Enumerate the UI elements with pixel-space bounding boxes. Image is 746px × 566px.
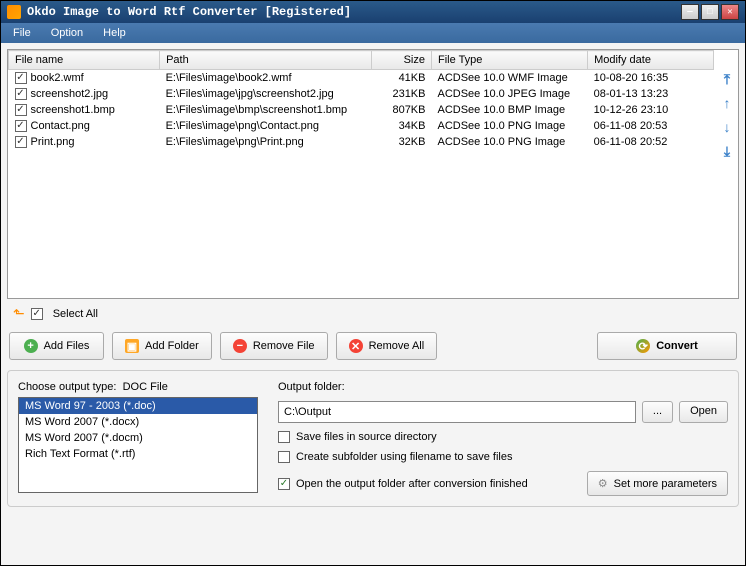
remove-all-button[interactable]: ✕ Remove All: [336, 332, 438, 360]
header-size[interactable]: Size: [371, 51, 431, 70]
menu-help[interactable]: Help: [97, 25, 132, 41]
file-table: File name Path Size File Type Modify dat…: [8, 50, 714, 150]
action-buttons-row: + Add Files ▣ Add Folder − Remove File ✕…: [7, 328, 739, 364]
output-type-list[interactable]: MS Word 97 - 2003 (*.doc)MS Word 2007 (*…: [18, 397, 258, 493]
open-after-checkbox[interactable]: ✓: [278, 478, 290, 490]
minimize-button[interactable]: —: [681, 4, 699, 20]
open-after-label: Open the output folder after conversion …: [296, 478, 528, 490]
row-checkbox[interactable]: ✓: [15, 104, 27, 116]
add-folder-button[interactable]: ▣ Add Folder: [112, 332, 212, 360]
save-source-checkbox[interactable]: [278, 431, 290, 443]
minus-icon: −: [233, 339, 247, 353]
header-date[interactable]: Modify date: [588, 51, 714, 70]
set-parameters-button[interactable]: ⚙ Set more parameters: [587, 471, 728, 496]
gear-icon: ⚙: [598, 477, 608, 490]
browse-folder-button[interactable]: ...: [642, 401, 673, 423]
row-checkbox[interactable]: ✓: [15, 88, 27, 100]
table-row[interactable]: ✓Contact.pngE:\Files\image\png\Contact.p…: [9, 118, 714, 134]
maximize-button[interactable]: □: [701, 4, 719, 20]
titlebar: Okdo Image to Word Rtf Converter [Regist…: [1, 1, 745, 23]
move-top-button[interactable]: ⤒: [720, 70, 734, 88]
reorder-controls: ⤒ ↑ ↓ ⤓: [720, 70, 734, 160]
table-row[interactable]: ✓screenshot2.jpgE:\Files\image\jpg\scree…: [9, 86, 714, 102]
select-all-row: ⬑ ✓ Select All: [7, 305, 739, 322]
create-subfolder-checkbox[interactable]: [278, 451, 290, 463]
output-type-label: Choose output type: DOC File: [18, 381, 258, 393]
add-folder-label: Add Folder: [145, 340, 199, 352]
output-folder-label: Output folder:: [278, 381, 728, 393]
header-path[interactable]: Path: [160, 51, 372, 70]
app-window: Okdo Image to Word Rtf Converter [Regist…: [0, 0, 746, 566]
output-settings-panel: Choose output type: DOC File MS Word 97 …: [7, 370, 739, 507]
output-folder-input[interactable]: [278, 401, 636, 423]
row-checkbox[interactable]: ✓: [15, 136, 27, 148]
plus-icon: +: [24, 339, 38, 353]
select-all-checkbox[interactable]: ✓: [31, 308, 43, 320]
file-list-panel: File name Path Size File Type Modify dat…: [7, 49, 739, 299]
up-arrow-icon: ⬑: [13, 305, 25, 322]
create-subfolder-label: Create subfolder using filename to save …: [296, 451, 512, 463]
add-files-label: Add Files: [44, 340, 90, 352]
x-icon: ✕: [349, 339, 363, 353]
remove-file-label: Remove File: [253, 340, 315, 352]
convert-button[interactable]: ⟳ Convert: [597, 332, 737, 360]
save-source-label: Save files in source directory: [296, 431, 437, 443]
folder-icon: ▣: [125, 339, 139, 353]
close-button[interactable]: ✕: [721, 4, 739, 20]
row-checkbox[interactable]: ✓: [15, 72, 27, 84]
table-row[interactable]: ✓Print.pngE:\Files\image\png\Print.png32…: [9, 134, 714, 150]
move-up-button[interactable]: ↑: [720, 94, 734, 112]
table-row[interactable]: ✓screenshot1.bmpE:\Files\image\bmp\scree…: [9, 102, 714, 118]
output-type-item[interactable]: MS Word 2007 (*.docx): [19, 414, 257, 430]
table-row[interactable]: ✓book2.wmfE:\Files\image\book2.wmf41KBAC…: [9, 70, 714, 87]
menu-file[interactable]: File: [7, 25, 37, 41]
add-files-button[interactable]: + Add Files: [9, 332, 104, 360]
remove-all-label: Remove All: [369, 340, 425, 352]
output-type-current: DOC File: [123, 381, 168, 393]
app-icon: [7, 5, 21, 19]
output-type-item[interactable]: MS Word 2007 (*.docm): [19, 430, 257, 446]
menubar: File Option Help: [1, 23, 745, 43]
header-filetype[interactable]: File Type: [431, 51, 587, 70]
open-folder-button[interactable]: Open: [679, 401, 728, 423]
set-parameters-label: Set more parameters: [614, 478, 717, 490]
select-all-label: Select All: [53, 308, 98, 320]
move-down-button[interactable]: ↓: [720, 118, 734, 136]
remove-file-button[interactable]: − Remove File: [220, 332, 328, 360]
convert-label: Convert: [656, 340, 698, 352]
header-filename[interactable]: File name: [9, 51, 160, 70]
output-type-item[interactable]: MS Word 97 - 2003 (*.doc): [19, 398, 257, 414]
row-checkbox[interactable]: ✓: [15, 120, 27, 132]
move-bottom-button[interactable]: ⤓: [720, 142, 734, 160]
output-type-item[interactable]: Rich Text Format (*.rtf): [19, 446, 257, 462]
menu-option[interactable]: Option: [45, 25, 89, 41]
convert-icon: ⟳: [636, 339, 650, 353]
window-title: Okdo Image to Word Rtf Converter [Regist…: [27, 5, 681, 19]
